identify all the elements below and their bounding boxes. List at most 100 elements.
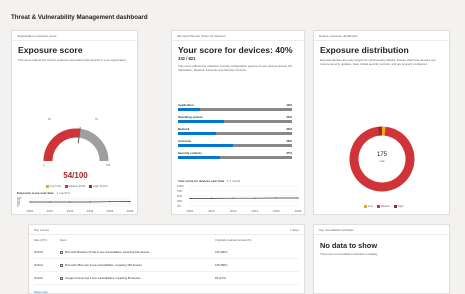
remediation-card: Top remediation activities No data to sh… (313, 224, 450, 294)
legend-item: Low (364, 205, 373, 208)
event-date: 3/12/21 (34, 277, 43, 280)
card-header: Microsoft Secure Score for Devices (172, 31, 304, 41)
category-bar-track (178, 120, 292, 123)
gauge-scale-label: 30 (48, 118, 51, 121)
exposure-donut-chart (349, 126, 415, 192)
y-tick-label: 100% (177, 184, 184, 188)
event-cell: Microsoft Windows 10 has 6 new vulnerabi… (60, 251, 215, 254)
x-tick-label: 03/25 (107, 209, 114, 213)
card-description: This score reflects the current exposure… (18, 58, 126, 62)
x-tick-label: 03/29 (127, 209, 134, 213)
data-point (49, 201, 51, 203)
x-tick-label: 03/13 (67, 209, 74, 213)
legend-swatch (64, 185, 68, 188)
x-tick-label: 03/19 (252, 209, 259, 213)
category-bar-track (178, 144, 292, 147)
y-tick-label: 25% (177, 199, 183, 203)
y-tick-label: 0% (177, 204, 181, 208)
gauge-scale-label: 100 (106, 164, 111, 167)
exposure-gauge (43, 127, 109, 162)
donut-legend: Low Medium High (364, 205, 403, 208)
event-impact: 126 (68%) (215, 251, 228, 254)
gauge-scale-label: 70 (95, 118, 98, 121)
data-point (29, 201, 31, 203)
category-label: Accounts 48% (178, 139, 292, 143)
card-header: Top remediation activities (314, 225, 449, 235)
category-bar-row: Security controls 37% (178, 151, 292, 159)
event-impact: 165 (89%) (215, 264, 228, 267)
category-bar-fill (178, 132, 216, 135)
donut-total: 175 (376, 152, 387, 158)
x-tick-label: 03/13 (230, 209, 237, 213)
event-date: 3/12/21 (34, 251, 43, 254)
data-point (232, 197, 234, 199)
donut-total-label: total (379, 160, 385, 163)
data-point (275, 197, 277, 199)
card-title: Your score for devices: 40% (178, 45, 293, 55)
x-tick-label: 03/07 (47, 209, 54, 213)
event-icon (60, 264, 63, 267)
category-label: Security controls 37% (178, 151, 292, 155)
legend-item: Medium 30-69 (64, 185, 85, 188)
device-exposure-card: Device exposure distribution Exposure di… (313, 30, 450, 215)
column-header: Originally impacted devices (%) (215, 239, 252, 242)
category-bar-fill (178, 120, 224, 123)
category-bar-row: Application 19% (178, 103, 292, 111)
legend-item: High 70-100 (89, 185, 107, 188)
event-icon (60, 277, 63, 280)
column-header: Date (UTC) (34, 239, 48, 242)
card-description: This score reflects the collective secur… (178, 64, 293, 72)
x-tick-label: 03/01 (187, 209, 194, 213)
legend-swatch (89, 185, 93, 188)
dashboard-page: Threat & Vulnerability Management dashbo… (0, 0, 465, 294)
gauge-legend: Low 0-29 Medium 30-69 High 70-100 (46, 185, 107, 188)
empty-state-description: There are no remediation activities to d… (320, 252, 378, 256)
legend-item: Medium (376, 205, 390, 208)
legend-swatch (394, 205, 397, 208)
category-bar-row: Operating system 40% (178, 115, 292, 123)
gauge-scale-label: 0 (43, 164, 45, 167)
card-title: Exposure score (18, 45, 83, 55)
category-label: Network 33% (178, 127, 292, 131)
legend-swatch (376, 205, 380, 208)
data-point (69, 201, 71, 203)
category-bar-fill (178, 108, 200, 111)
event-icon (60, 251, 63, 254)
card-title: Exposure distribution (320, 45, 409, 55)
legend-item: High (394, 205, 403, 208)
x-tick-label: 03/29 (295, 209, 302, 213)
exposure-score-card: Organization exposure score Exposure sco… (11, 30, 138, 215)
event-cell: Google Chrome has 3 new vulnerabilities,… (60, 277, 215, 280)
category-bar-row: Network 33% (178, 127, 292, 135)
table-row[interactable]: 3/12/21 Microsoft Windows 10 has 6 new vu… (34, 247, 299, 259)
card-description: Exposed devices are easy targets for cyb… (320, 58, 436, 66)
data-point (129, 201, 131, 203)
score-fraction: 332 / 821 (178, 56, 196, 61)
event-text: Google Chrome has 3 new vulnerabilities,… (65, 277, 141, 280)
x-tick-label: 03/01 (27, 209, 34, 213)
category-bar-fill (178, 144, 233, 147)
event-cell: Microsoft Office has 3 new vulnerabiliti… (60, 264, 215, 267)
category-bar-track (178, 132, 292, 135)
x-tick-label: 03/25 (273, 209, 280, 213)
data-point (89, 201, 91, 203)
y-tick-label: 75% (177, 189, 183, 193)
category-bar-fill (178, 156, 221, 159)
legend-swatch (364, 205, 367, 208)
category-bar-track (178, 156, 292, 159)
legend-item: Low 0-29 (46, 185, 61, 188)
data-point (189, 197, 191, 199)
data-point (109, 201, 111, 203)
category-label: Application 19% (178, 103, 292, 107)
event-text: Microsoft Office has 3 new vulnerabiliti… (65, 264, 142, 267)
column-header: Event (60, 239, 67, 242)
legend-swatch (46, 185, 49, 188)
secure-score-card: Microsoft Secure Score for Devices Your … (171, 30, 305, 215)
x-tick-label: 03/07 (208, 209, 215, 213)
table-row[interactable]: 3/12/21 Google Chrome has 3 new vulnerabi… (34, 273, 299, 285)
table-row[interactable]: 3/12/21 Microsoft Office has 3 new vulner… (34, 260, 299, 272)
card-header: Top events 7 days (29, 225, 304, 235)
event-date: 3/12/21 (34, 264, 43, 267)
x-tick-label: 03/19 (87, 209, 94, 213)
data-point (297, 197, 299, 199)
